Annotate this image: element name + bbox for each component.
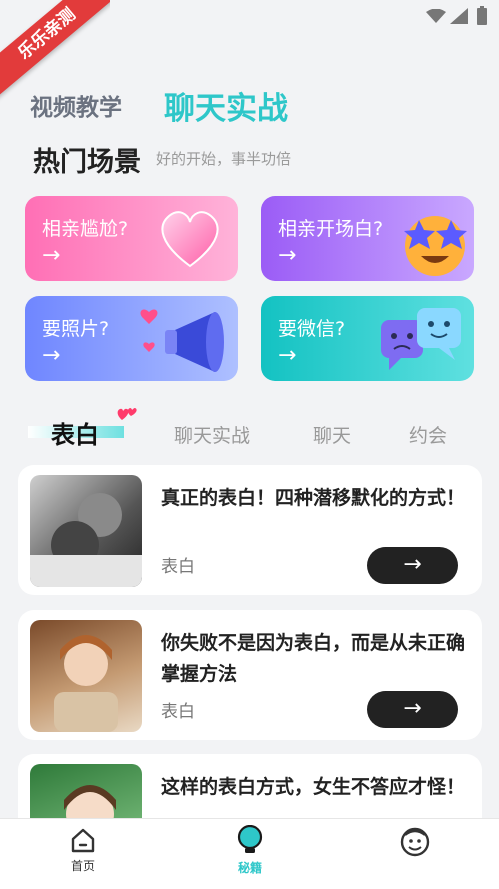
article-title: 你失败不是因为表白，而是从未正确掌握方法: [161, 632, 466, 685]
article-card[interactable]: 真正的表白！四种潜移默化的方式！ 表白 →: [18, 465, 482, 595]
tab-chat-practice-category[interactable]: 聊天实战: [174, 421, 250, 448]
scene-arrow: →: [278, 343, 297, 368]
heart-icon: [161, 211, 219, 268]
scene-arrow: →: [42, 243, 61, 268]
profile-icon: [400, 827, 430, 857]
scene-label: 相亲尴尬?: [42, 218, 129, 240]
scene-label: 相亲开场白?: [278, 218, 384, 240]
article-thumbnail: [30, 475, 142, 587]
section-title: 热门场景: [33, 147, 141, 178]
nav-home-label: 首页: [70, 859, 95, 873]
article-go-button[interactable]: →: [367, 691, 458, 728]
scene-label: 要照片?: [42, 318, 110, 340]
scene-label: 要微信?: [278, 318, 346, 340]
article-go-button[interactable]: →: [367, 547, 458, 584]
scene-card-blind-date-opening[interactable]: 相亲开场白? →: [261, 196, 474, 281]
wifi-icon: [426, 9, 446, 23]
nav-secrets-label: 秘籍: [237, 861, 262, 875]
star-eyes-emoji-icon: [404, 216, 467, 276]
scene-card-ask-wechat[interactable]: 要微信? →: [261, 296, 474, 381]
tab-confession[interactable]: 表白: [51, 415, 99, 450]
nav-home[interactable]: 首页: [23, 827, 143, 874]
signal-icon: [450, 8, 468, 24]
scene-arrow: →: [42, 343, 61, 368]
bottom-nav: 首页 秘籍: [0, 818, 499, 889]
tab-dating[interactable]: 约会: [409, 421, 447, 448]
couple-photo-icon: [30, 493, 142, 587]
article-tag: 表白: [161, 702, 195, 722]
scene-card-ask-photo[interactable]: 要照片? →: [25, 296, 238, 381]
home-icon: [71, 828, 95, 853]
scene-arrow: →: [278, 243, 297, 268]
battery-icon: [477, 6, 487, 25]
article-tag: 表白: [161, 557, 195, 577]
article-title: 这样的表白方式，女生不答应才怪！: [161, 776, 466, 798]
scene-card-blind-date-awkward[interactable]: 相亲尴尬? →: [25, 196, 238, 281]
tab-chat[interactable]: 聊天: [313, 421, 351, 448]
section-subtitle: 好的开始，事半功倍: [156, 150, 292, 168]
nav-profile[interactable]: [355, 827, 475, 863]
article-title: 真正的表白！四种潜移默化的方式！: [161, 487, 466, 509]
chat-bubbles-icon: [381, 308, 461, 370]
woman-photo-icon: [54, 635, 118, 732]
article-thumbnail: [30, 620, 142, 732]
article-card[interactable]: 你失败不是因为表白，而是从未正确掌握方法 表白 →: [18, 610, 482, 740]
tab-chat-practice[interactable]: 聊天实战: [164, 83, 288, 128]
tab-video-teaching[interactable]: 视频教学: [30, 88, 122, 122]
lightbulb-icon: [237, 824, 263, 853]
hearts-icon: [117, 408, 137, 420]
badge-text: 乐乐亲测: [0, 0, 110, 101]
megaphone-icon: [140, 309, 224, 372]
nav-secrets[interactable]: 秘籍: [190, 824, 310, 876]
